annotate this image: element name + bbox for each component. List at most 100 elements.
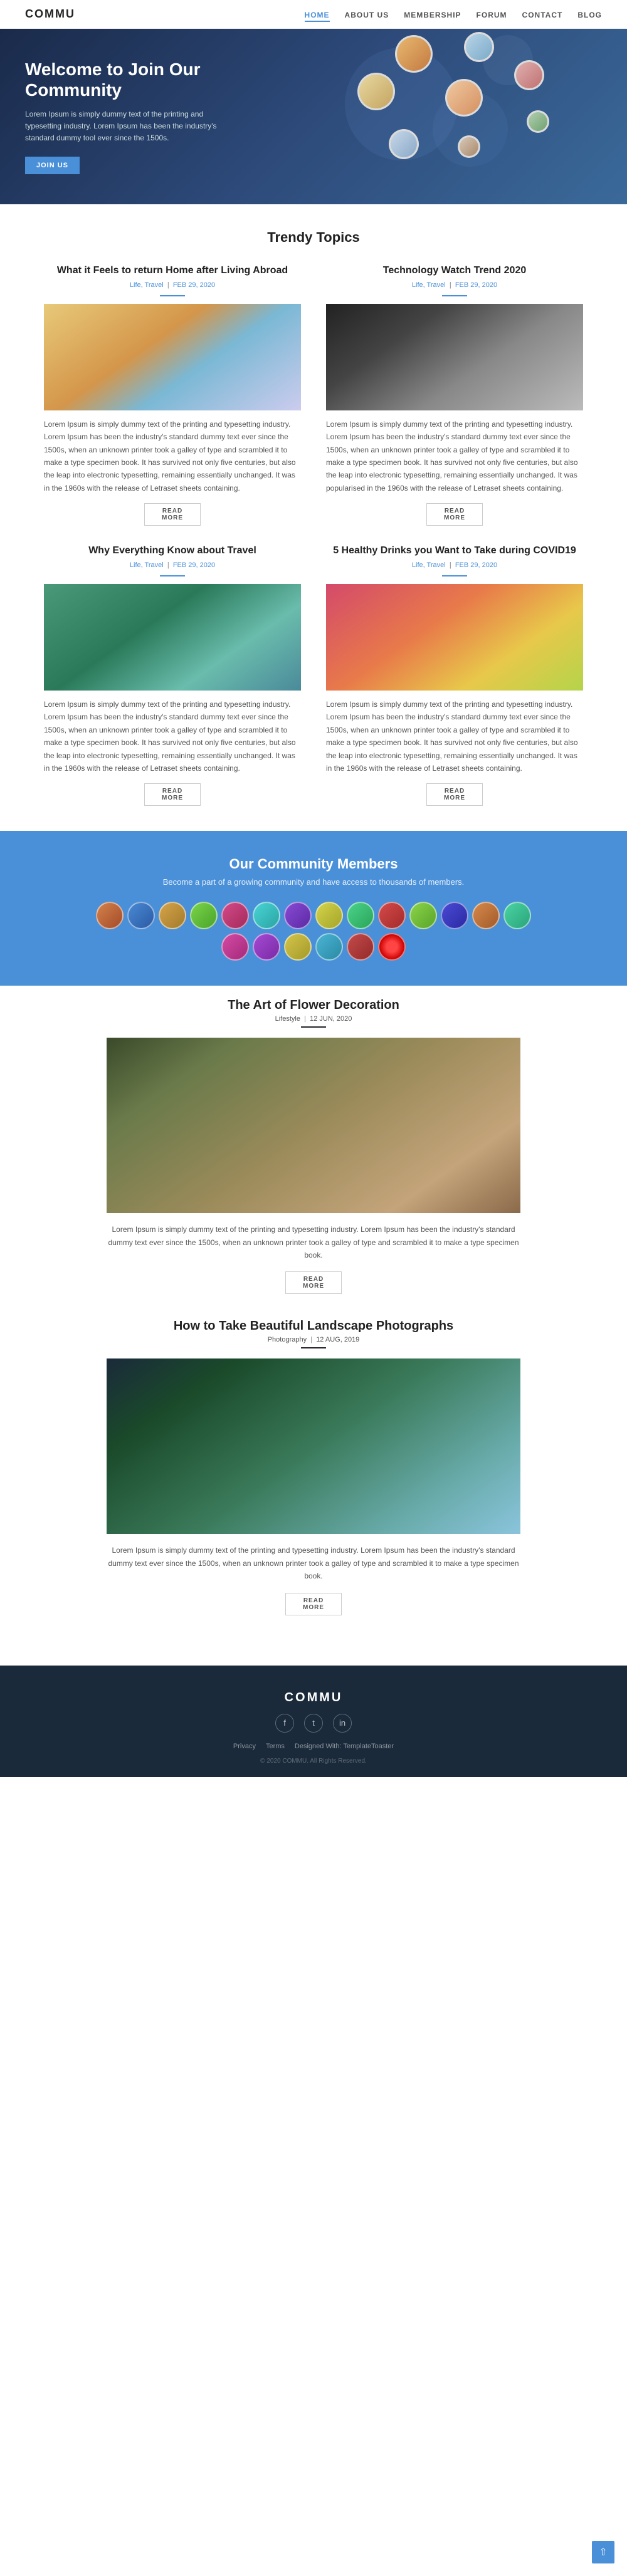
hero-avatar-8 <box>527 110 549 133</box>
hero-title: Welcome to Join Our Community <box>25 59 226 101</box>
nav-blog[interactable]: BLOG <box>577 11 602 19</box>
footer-logo: COMMU <box>13 1691 614 1705</box>
navbar: COMMU HOME ABOUT US MEMBERSHIP FORUM CON… <box>0 0 627 29</box>
topic-meta-3: Life, Travel | FEB 29, 2020 <box>44 561 301 569</box>
member-avatar-8 <box>315 902 343 929</box>
member-avatar-16 <box>253 933 280 961</box>
member-avatar-20 <box>378 933 406 961</box>
topic-title-4: 5 Healthy Drinks you Want to Take during… <box>326 545 583 558</box>
topic-title-3: Why Everything Know about Travel <box>44 545 301 558</box>
topic-meta-2: Life, Travel | FEB 29, 2020 <box>326 281 583 289</box>
featured-section: The Art of Flower Decoration Lifestyle |… <box>0 998 627 1665</box>
topic-title-1: What it Feels to return Home after Livin… <box>44 264 301 278</box>
trendy-section-title: Trendy Topics <box>0 229 627 246</box>
read-more-btn-2[interactable]: READ MORE <box>426 503 483 526</box>
nav-logo[interactable]: COMMU <box>25 8 75 21</box>
nav-links: HOME ABOUT US MEMBERSHIP FORUM CONTACT B… <box>305 9 602 19</box>
member-avatar-9 <box>347 902 374 929</box>
footer-links: Privacy Terms Designed With: TemplateToa… <box>13 1743 614 1750</box>
hero-avatar-7 <box>514 60 544 90</box>
featured-text-1: Lorem Ipsum is simply dummy text of the … <box>107 1223 520 1261</box>
hero-text: Lorem Ipsum is simply dummy text of the … <box>25 108 226 145</box>
topic-text-3: Lorem Ipsum is simply dummy text of the … <box>44 698 301 774</box>
featured-separator-2 <box>301 1347 326 1348</box>
nav-membership[interactable]: MEMBERSHIP <box>404 11 461 19</box>
featured-title-1: The Art of Flower Decoration <box>107 998 520 1013</box>
featured-read-more-1[interactable]: READ MORE <box>285 1271 342 1294</box>
member-avatar-1 <box>96 902 124 929</box>
member-avatar-17 <box>284 933 312 961</box>
linkedin-icon[interactable]: in <box>333 1714 352 1733</box>
hero-avatar-6 <box>458 135 480 158</box>
topic-text-1: Lorem Ipsum is simply dummy text of the … <box>44 418 301 494</box>
topic-image-2 <box>326 304 583 410</box>
member-avatar-10 <box>378 902 406 929</box>
member-avatar-2 <box>127 902 155 929</box>
footer-terms[interactable]: Terms <box>266 1743 285 1750</box>
footer-designed-by[interactable]: Designed With: TemplateToaster <box>295 1743 394 1750</box>
topics-grid: What it Feels to return Home after Livin… <box>44 264 583 806</box>
featured-image-1 <box>107 1038 520 1213</box>
topic-text-2: Lorem Ipsum is simply dummy text of the … <box>326 418 583 494</box>
hero-avatar-4 <box>445 79 483 117</box>
topic-meta-4: Life, Travel | FEB 29, 2020 <box>326 561 583 569</box>
nav-forum[interactable]: FORUM <box>477 11 507 19</box>
topic-card-3: Why Everything Know about Travel Life, T… <box>44 545 301 806</box>
featured-title-2: How to Take Beautiful Landscape Photogra… <box>107 1319 520 1333</box>
member-avatars-row <box>94 902 533 961</box>
facebook-icon[interactable]: f <box>275 1714 294 1733</box>
topic-text-4: Lorem Ipsum is simply dummy text of the … <box>326 698 583 774</box>
trendy-section: Trendy Topics What it Feels to return Ho… <box>0 229 627 806</box>
member-avatar-19 <box>347 933 374 961</box>
nav-about[interactable]: ABOUT US <box>345 11 389 19</box>
member-avatar-15 <box>221 933 249 961</box>
hero-section: Welcome to Join Our Community Lorem Ipsu… <box>0 29 627 204</box>
member-avatar-7 <box>284 902 312 929</box>
topic-separator-1 <box>160 295 185 296</box>
featured-container: The Art of Flower Decoration Lifestyle |… <box>94 998 533 1665</box>
footer-social: f t in <box>13 1714 614 1733</box>
read-more-btn-4[interactable]: READ MORE <box>426 783 483 806</box>
featured-meta-2: Photography | 12 AUG, 2019 <box>107 1336 520 1343</box>
topic-separator-3 <box>160 575 185 576</box>
featured-text-2: Lorem Ipsum is simply dummy text of the … <box>107 1544 520 1582</box>
back-to-top-button[interactable]: ⇧ <box>592 2541 614 2563</box>
hero-avatar-2 <box>464 32 494 62</box>
topic-meta-1: Life, Travel | FEB 29, 2020 <box>44 281 301 289</box>
twitter-icon[interactable]: t <box>304 1714 323 1733</box>
trendy-grid-container: What it Feels to return Home after Livin… <box>31 264 596 806</box>
hero-avatar-5 <box>389 129 419 159</box>
featured-separator-1 <box>301 1026 326 1028</box>
hero-avatar-1 <box>395 35 433 73</box>
topic-title-2: Technology Watch Trend 2020 <box>326 264 583 278</box>
read-more-btn-1[interactable]: READ MORE <box>144 503 201 526</box>
featured-article-2: How to Take Beautiful Landscape Photogra… <box>107 1319 520 1615</box>
member-avatar-18 <box>315 933 343 961</box>
community-title: Our Community Members <box>13 856 614 872</box>
topic-card-2: Technology Watch Trend 2020 Life, Travel… <box>326 264 583 526</box>
hero-content: Welcome to Join Our Community Lorem Ipsu… <box>25 59 226 175</box>
footer: COMMU f t in Privacy Terms Designed With… <box>0 1666 627 1777</box>
nav-home[interactable]: HOME <box>305 11 330 22</box>
member-avatar-12 <box>441 902 468 929</box>
featured-read-more-2[interactable]: READ MORE <box>285 1593 342 1615</box>
topic-card-1: What it Feels to return Home after Livin… <box>44 264 301 526</box>
member-avatar-6 <box>253 902 280 929</box>
member-avatar-5 <box>221 902 249 929</box>
nav-contact[interactable]: CONTACT <box>522 11 563 19</box>
hero-avatar-3 <box>357 73 395 110</box>
read-more-btn-3[interactable]: READ MORE <box>144 783 201 806</box>
join-us-button[interactable]: JOIN US <box>25 157 80 174</box>
hero-avatars <box>295 29 608 204</box>
member-avatar-13 <box>472 902 500 929</box>
footer-privacy[interactable]: Privacy <box>233 1743 256 1750</box>
topic-separator-2 <box>442 295 467 296</box>
member-avatar-14 <box>503 902 531 929</box>
topic-image-4 <box>326 584 583 691</box>
featured-meta-1: Lifestyle | 12 JUN, 2020 <box>107 1015 520 1023</box>
featured-image-2 <box>107 1358 520 1534</box>
footer-copyright: © 2020 COMMU. All Rights Reserved. <box>13 1758 614 1765</box>
community-section: Our Community Members Become a part of a… <box>0 831 627 986</box>
topic-card-4: 5 Healthy Drinks you Want to Take during… <box>326 545 583 806</box>
topic-separator-4 <box>442 575 467 576</box>
